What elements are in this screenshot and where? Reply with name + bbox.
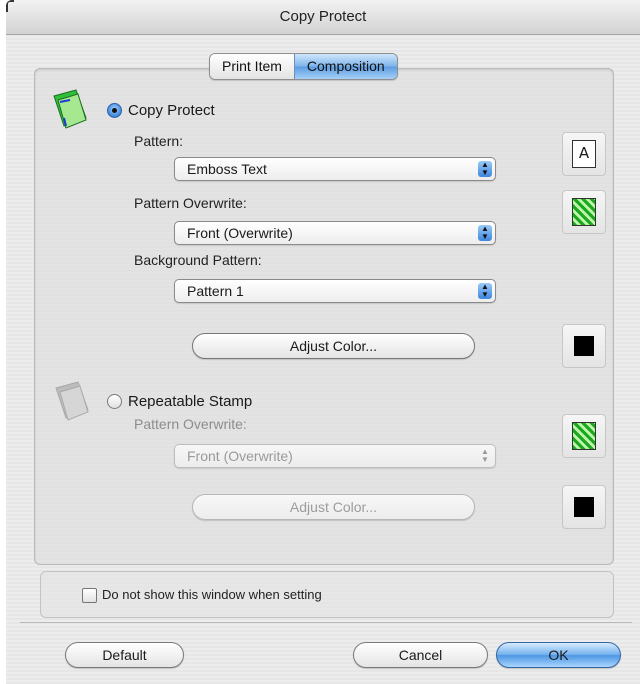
copy-protect-icon xyxy=(53,89,87,129)
composition-panel xyxy=(34,68,614,565)
stamp-pattern-overwrite-value: Front (Overwrite) xyxy=(187,448,293,464)
background-pattern-value: Pattern 1 xyxy=(187,283,244,299)
repeatable-stamp-option[interactable]: Repeatable Stamp xyxy=(107,393,252,410)
stamp-overwrite-sample-button[interactable] xyxy=(562,414,606,458)
ok-button[interactable]: OK xyxy=(496,642,621,668)
emboss-text-sample-icon: A xyxy=(572,140,596,168)
popup-arrows-icon: ▲ ▼ xyxy=(478,225,492,241)
popup-arrows-icon: ▲ ▼ xyxy=(478,283,492,299)
stamp-color-swatch-button[interactable] xyxy=(562,485,606,529)
popup-arrows-icon: ▲ ▼ xyxy=(481,447,489,464)
tab-print-item[interactable]: Print Item xyxy=(210,54,294,79)
pattern-value: Emboss Text xyxy=(187,161,267,177)
background-pattern-select[interactable]: Pattern 1 ▲ ▼ xyxy=(174,279,496,303)
color-swatch-button[interactable] xyxy=(562,324,606,368)
cancel-button[interactable]: Cancel xyxy=(353,642,488,668)
adjust-color-button[interactable]: Adjust Color... xyxy=(192,333,475,359)
pattern-preview-icon xyxy=(572,422,596,450)
stamp-pattern-overwrite-select[interactable]: Front (Overwrite) ▲ ▼ xyxy=(174,444,496,468)
pattern-select[interactable]: Emboss Text ▲ ▼ xyxy=(174,157,496,181)
pattern-preview-icon xyxy=(572,198,596,226)
dont-show-checkbox[interactable] xyxy=(82,588,97,603)
stamp-pattern-overwrite-label: Pattern Overwrite: xyxy=(134,416,247,432)
pattern-overwrite-select[interactable]: Front (Overwrite) ▲ ▼ xyxy=(174,221,496,245)
copy-protect-label: Copy Protect xyxy=(128,102,215,119)
tab-composition[interactable]: Composition xyxy=(293,54,397,79)
overwrite-sample-button[interactable] xyxy=(562,190,606,234)
copy-protect-dialog: Copy Protect Print Item Composition Copy… xyxy=(6,0,640,684)
pattern-overwrite-label: Pattern Overwrite: xyxy=(134,195,247,211)
repeatable-stamp-radio[interactable] xyxy=(107,394,122,409)
tab-bar: Print Item Composition xyxy=(209,53,398,80)
window-title: Copy Protect xyxy=(279,8,367,25)
pattern-overwrite-value: Front (Overwrite) xyxy=(187,225,293,241)
background-pattern-label: Background Pattern: xyxy=(134,252,262,268)
color-swatch-icon xyxy=(574,336,594,356)
repeatable-stamp-label: Repeatable Stamp xyxy=(128,393,253,410)
stamp-adjust-color-button[interactable]: Adjust Color... xyxy=(192,494,475,520)
popup-arrows-icon: ▲ ▼ xyxy=(478,161,492,177)
default-button[interactable]: Default xyxy=(65,642,184,668)
copy-protect-radio[interactable] xyxy=(107,103,122,118)
pattern-label: Pattern: xyxy=(134,133,184,149)
repeatable-stamp-icon xyxy=(55,381,89,421)
title-bar: Copy Protect xyxy=(6,0,640,35)
copy-protect-option[interactable]: Copy Protect xyxy=(107,102,215,119)
color-swatch-icon xyxy=(574,497,594,517)
window-corner xyxy=(6,0,14,12)
dont-show-label: Do not show this window when setting xyxy=(102,587,322,602)
separator xyxy=(20,622,632,623)
pattern-sample-button[interactable]: A xyxy=(562,132,606,176)
